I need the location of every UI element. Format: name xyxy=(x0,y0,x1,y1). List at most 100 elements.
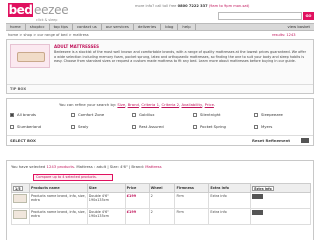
tip-box: ADULT MATTRESSES Bedeezee is a stockist … xyxy=(6,39,314,94)
product-size: Double 4'6" 190x135cm xyxy=(86,192,126,209)
refine-link-criteria-1[interactable]: Criteria 1 xyxy=(141,102,159,107)
brand-option[interactable]: Pocket Spring xyxy=(193,123,226,130)
product-firmness: Firm xyxy=(174,208,210,225)
option-label: Rest Assured xyxy=(139,124,164,129)
nav-item-top-tips[interactable]: top tips xyxy=(50,24,73,30)
col-header-size[interactable]: Size xyxy=(86,183,126,193)
product-thumbnail[interactable] xyxy=(13,194,27,203)
col-header-name[interactable]: Products name xyxy=(28,183,88,193)
product-thumbnail[interactable] xyxy=(13,210,27,219)
reset-button[interactable] xyxy=(301,138,309,143)
divider xyxy=(7,84,313,85)
checkbox[interactable] xyxy=(10,112,14,117)
logo-tagline: click & sleep xyxy=(36,18,58,22)
col-header-extra-2[interactable]: Extra info xyxy=(250,183,311,193)
refine-link-availability[interactable]: Availability xyxy=(182,102,203,107)
checkbox[interactable] xyxy=(132,124,136,129)
option-label: Goldilux xyxy=(139,112,155,117)
table-row[interactable]: Products name brand, info, size, extra D… xyxy=(11,192,311,209)
compare-banner: Compare up to 4 selected products. xyxy=(33,174,113,181)
col-header-firmness[interactable]: Firmness xyxy=(174,183,210,193)
product-price: £199 xyxy=(124,208,150,225)
nav-item-blog[interactable]: blog xyxy=(161,24,179,30)
nav-item-contact-us[interactable]: contact us xyxy=(73,24,102,30)
divider xyxy=(7,135,313,136)
add-to-compare-button[interactable] xyxy=(252,194,264,199)
refine-link-criteria-2[interactable]: Criteria 2 xyxy=(161,102,179,107)
option-label: Sleepeezee xyxy=(261,112,283,117)
brand-option[interactable]: Comfort Zone xyxy=(71,111,104,118)
brand-option[interactable]: Rest Assured xyxy=(132,123,164,130)
results-count: 1243 products xyxy=(46,164,74,169)
mattress-graphic xyxy=(17,52,45,62)
nav-item-deliveries[interactable]: deliveries xyxy=(134,24,162,30)
brand-option[interactable]: Sealy xyxy=(71,123,88,130)
brand-option[interactable]: Goldilux xyxy=(132,111,155,118)
brand-option[interactable]: Sleepeezee xyxy=(254,111,283,118)
breadcrumb[interactable]: home > shop > our range of bed > mattres… xyxy=(8,33,89,37)
tip-title: ADULT MATTRESSES xyxy=(54,44,99,49)
results-count-link[interactable]: results: 1243 xyxy=(272,33,296,37)
tip-text: Bedeezee is a stockist of the most well … xyxy=(54,50,307,64)
add-to-compare-button[interactable] xyxy=(252,210,264,215)
option-label: Slumberland xyxy=(17,124,42,129)
nav-item-our-services[interactable]: our services xyxy=(102,24,134,30)
select-box: You can refine your search by: Size, Bra… xyxy=(6,98,314,146)
row-thumb-cell xyxy=(11,192,30,209)
option-label: Sealy xyxy=(78,124,89,129)
results-panel: You have selected 1243 products. Mattres… xyxy=(6,160,314,240)
nav-item-home[interactable]: home xyxy=(6,24,26,30)
nav-item-shop[interactable]: shoptcc xyxy=(26,24,50,30)
option-label: Pocket Spring xyxy=(200,124,226,129)
refine-link-price[interactable]: Price xyxy=(205,102,214,107)
search-input[interactable] xyxy=(218,12,302,20)
checkbox[interactable] xyxy=(10,124,14,129)
select-box-label: SELECT BOX xyxy=(10,138,36,143)
checkbox[interactable] xyxy=(132,112,136,117)
helpline-hours: (9am to 9pm mon-sat) xyxy=(208,4,250,8)
nav-item-view-basket[interactable]: view basket xyxy=(283,24,314,30)
tip-box-label: TIP BOX xyxy=(10,87,27,91)
summary-brand: Mattress xyxy=(145,164,162,169)
brand-option[interactable]: Myers xyxy=(254,123,272,130)
option-label: Comfort Zone xyxy=(78,112,105,117)
checkbox[interactable] xyxy=(193,124,197,129)
nav-item-help[interactable]: help xyxy=(178,24,196,30)
col-header-price[interactable]: Price xyxy=(124,183,150,193)
refine-prefix: You can refine your search by: xyxy=(59,102,117,107)
brand-option[interactable]: Silentnight xyxy=(193,111,221,118)
checkbox[interactable] xyxy=(193,112,197,117)
col-header-wheel[interactable]: Wheel xyxy=(148,183,176,193)
results-summary: You have selected 1243 products. Mattres… xyxy=(11,164,162,169)
bedeezee-logo[interactable]: bed eezee click & sleep xyxy=(8,3,70,22)
product-extra: Extra info xyxy=(208,192,252,209)
table-row[interactable]: Products name brand, info, size, extra D… xyxy=(11,208,311,225)
summary-prefix: You have selected xyxy=(11,164,46,169)
checkbox[interactable] xyxy=(254,112,258,117)
col-header-extra-1[interactable]: Extra info xyxy=(208,183,252,193)
brand-option-all[interactable]: All brands xyxy=(10,111,36,118)
search-go-button[interactable]: GO xyxy=(303,12,314,20)
option-label: Myers xyxy=(261,124,273,129)
refine-link-size[interactable]: Size xyxy=(117,102,125,107)
refine-text: You can refine your search by: Size, Bra… xyxy=(59,102,216,107)
product-name[interactable]: Products name brand, info, size, extra xyxy=(28,192,88,209)
product-name[interactable]: Products name brand, info, size, extra xyxy=(28,208,88,225)
checkbox[interactable] xyxy=(254,124,258,129)
row-thumb-cell xyxy=(11,208,30,225)
brand-option[interactable]: Slumberland xyxy=(10,123,41,130)
reset-refinement-link[interactable]: Reset Refinement xyxy=(252,138,290,143)
product-firmness: Firm xyxy=(174,192,210,209)
main-nav: home shoptcc top tips contact us our ser… xyxy=(6,23,314,31)
mattress-image xyxy=(10,44,50,68)
option-label: All brands xyxy=(17,112,37,117)
helpline-number: 0800 7222 337 xyxy=(177,4,208,8)
checkbox[interactable] xyxy=(71,124,75,129)
refine-link-brand[interactable]: Brand xyxy=(128,102,139,107)
add-cell xyxy=(250,208,311,225)
table-header-row: 1/5 Products name Size Price Wheel Firmn… xyxy=(11,183,311,193)
helpline-prefix: more info? call toll free xyxy=(135,4,177,8)
product-wheel: 2 xyxy=(148,208,176,225)
page-selector[interactable]: 1/5 xyxy=(11,183,30,193)
checkbox[interactable] xyxy=(71,112,75,117)
